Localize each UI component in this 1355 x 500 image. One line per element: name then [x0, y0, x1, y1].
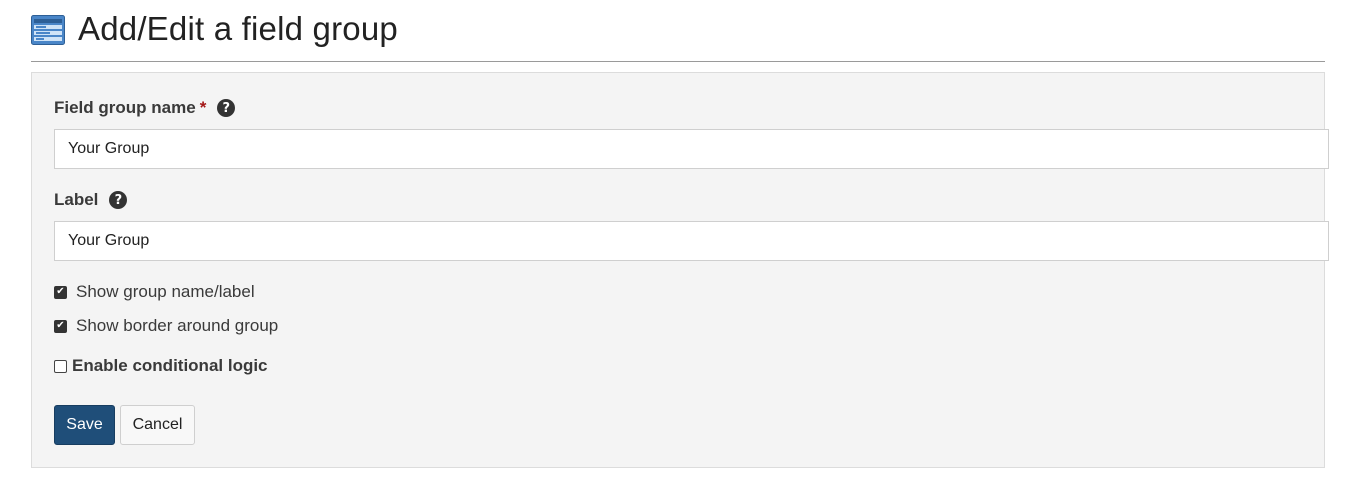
- label-input[interactable]: [54, 221, 1329, 261]
- field-group-name-input[interactable]: [54, 129, 1329, 169]
- show-group-name-checkbox-row[interactable]: ✔ Show group name/label: [54, 282, 255, 302]
- field-group-window-icon: [31, 15, 65, 45]
- show-group-name-checkbox[interactable]: ✔: [54, 285, 67, 299]
- cancel-button[interactable]: Cancel: [120, 405, 195, 445]
- conditional-logic-checkbox-row[interactable]: Enable conditional logic: [54, 356, 268, 376]
- field-group-name-label-row: Field group name * ?: [54, 98, 236, 118]
- label-field-label-row: Label ?: [54, 190, 128, 210]
- field-group-name-label: Field group name: [54, 98, 196, 117]
- label-field-label: Label: [54, 190, 99, 209]
- question-circle-icon[interactable]: ?: [109, 191, 128, 209]
- show-border-checkbox-row[interactable]: ✔ Show border around group: [54, 316, 278, 336]
- question-circle-icon[interactable]: ?: [217, 99, 236, 117]
- required-marker: *: [199, 98, 207, 117]
- show-border-checkbox[interactable]: ✔: [54, 319, 67, 333]
- page-header: Add/Edit a field group: [31, 0, 1325, 62]
- show-border-label: Show border around group: [76, 316, 279, 335]
- save-button[interactable]: Save: [54, 405, 115, 445]
- field-group-form: Field group name * ? Label ? ✔ Show grou…: [31, 72, 1329, 468]
- conditional-logic-checkbox[interactable]: [54, 359, 67, 373]
- page-title: Add/Edit a field group: [78, 10, 398, 47]
- show-group-name-label: Show group name/label: [76, 282, 255, 301]
- conditional-logic-label: Enable conditional logic: [72, 356, 268, 375]
